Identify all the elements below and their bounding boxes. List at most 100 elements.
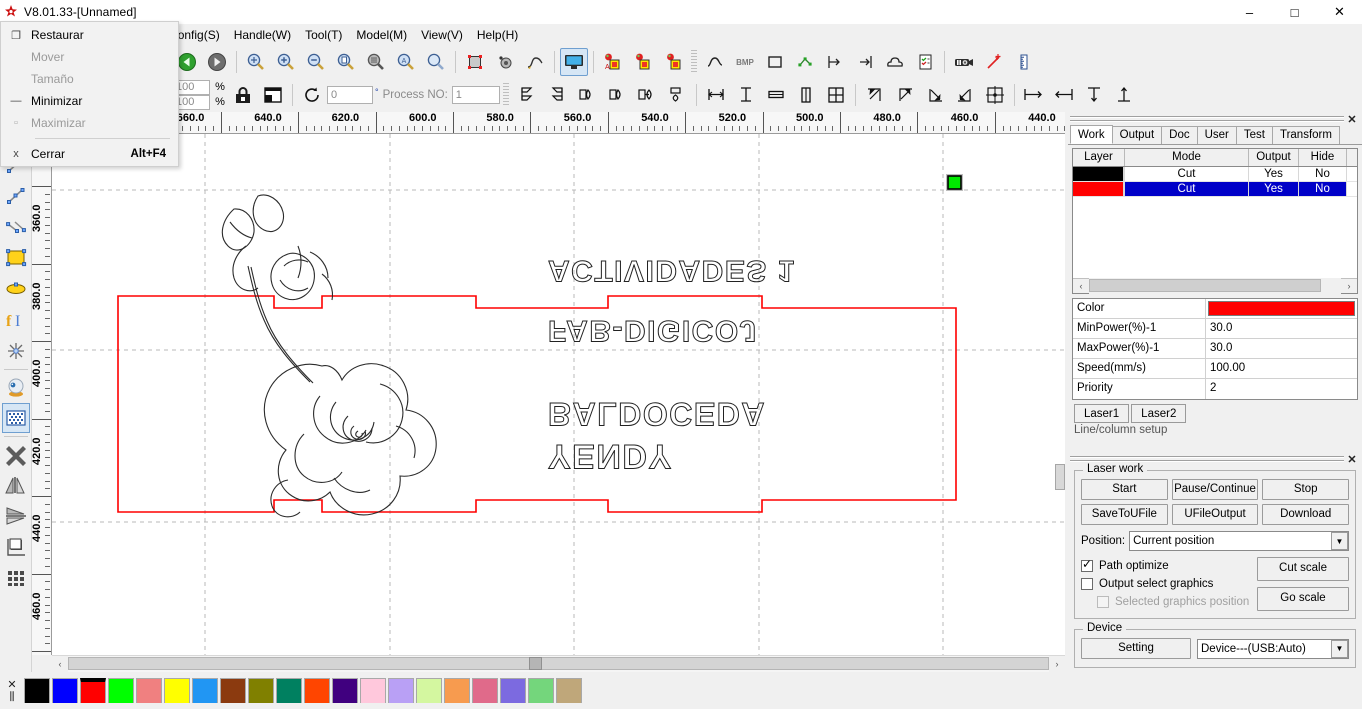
- work-panel-close-icon[interactable]: ✕: [1344, 113, 1360, 126]
- property-row-minpower[interactable]: MinPower(%)-1 30.0: [1073, 319, 1357, 339]
- palette-swatch[interactable]: [164, 678, 190, 704]
- cut-scale-button[interactable]: Cut scale: [1257, 557, 1349, 581]
- camera-icon[interactable]: [950, 48, 978, 76]
- mirror-v-tool-icon[interactable]: [2, 501, 30, 531]
- layer-hide-cell[interactable]: No: [1299, 182, 1347, 196]
- layer-table-hscrollbar[interactable]: ‹ ›: [1073, 278, 1357, 294]
- palette-swatch[interactable]: [192, 678, 218, 704]
- add-path-icon[interactable]: [980, 48, 1008, 76]
- layer-mode-cell[interactable]: Cut: [1125, 167, 1249, 181]
- palette-swatch[interactable]: [220, 678, 246, 704]
- work-panel-drag-grip[interactable]: [1070, 115, 1344, 123]
- page-layout-icon[interactable]: [259, 81, 287, 109]
- palette-swatch[interactable]: [52, 678, 78, 704]
- distribute-grid-icon[interactable]: [822, 81, 850, 109]
- layer-hide-cell[interactable]: No: [1299, 167, 1347, 181]
- zoom-in-icon[interactable]: [272, 48, 300, 76]
- rotate-icon[interactable]: [298, 81, 326, 109]
- same-size-icon[interactable]: [762, 81, 790, 109]
- align-center-icon[interactable]: [981, 81, 1009, 109]
- pause-continue-button[interactable]: Pause/Continue: [1171, 479, 1259, 500]
- bitmap-tool-icon[interactable]: [1, 403, 30, 433]
- hscroll-track[interactable]: [68, 655, 1049, 672]
- maximize-button[interactable]: □: [1272, 0, 1317, 24]
- set-origin-icon[interactable]: [491, 48, 519, 76]
- palette-swatch[interactable]: [528, 678, 554, 704]
- polyline-tool-icon[interactable]: [2, 181, 30, 211]
- align-tool-icon[interactable]: [2, 532, 30, 562]
- property-row-speed[interactable]: Speed(mm/s) 100.00: [1073, 359, 1357, 379]
- dist-bottom-icon[interactable]: [1110, 81, 1138, 109]
- preview-icon[interactable]: [560, 48, 588, 76]
- system-menu-item-close[interactable]: x Cerrar Alt+F4: [1, 143, 178, 165]
- minimize-button[interactable]: –: [1227, 0, 1272, 24]
- same-width-icon[interactable]: [702, 81, 730, 109]
- align-top-left-icon[interactable]: [861, 81, 889, 109]
- palette-swatch[interactable]: [416, 678, 442, 704]
- path-optimize-checkbox[interactable]: Path optimize: [1081, 557, 1257, 575]
- palette-swatch[interactable]: [276, 678, 302, 704]
- layer-color-swatch[interactable]: [1073, 167, 1125, 181]
- system-menu-item-minimize[interactable]: — Minimizar: [1, 90, 178, 112]
- ruler-tool-icon[interactable]: [1010, 48, 1038, 76]
- tab-user[interactable]: User: [1196, 126, 1237, 144]
- angle-input[interactable]: 0: [327, 86, 373, 104]
- align-center-h-icon[interactable]: [633, 81, 661, 109]
- bmp-icon[interactable]: BMP: [731, 48, 759, 76]
- curve-smooth-icon[interactable]: [521, 48, 549, 76]
- zoom-page-icon[interactable]: [332, 48, 360, 76]
- drawing-canvas[interactable]: ACTIVIDADES 1 FAB-DIGICOJ BALDOCEDA YEND…: [52, 134, 1065, 655]
- table-row[interactable]: Cut Yes No: [1073, 182, 1357, 197]
- close-button[interactable]: ✕: [1317, 0, 1362, 24]
- delete-tool-icon[interactable]: [2, 439, 30, 469]
- palette-swatch[interactable]: [556, 678, 582, 704]
- layer-mode-cell[interactable]: Cut: [1125, 182, 1249, 196]
- checklist-icon[interactable]: [911, 48, 939, 76]
- palette-swatch[interactable]: [248, 678, 274, 704]
- palette-swatch[interactable]: [24, 678, 50, 704]
- property-color-swatch[interactable]: [1208, 301, 1355, 316]
- position-select[interactable]: Current position ▼: [1129, 531, 1349, 551]
- zoom-pan-icon[interactable]: [242, 48, 270, 76]
- vertical-ruler[interactable]: 360.0380.0400.0420.0440.0460.0480.0: [32, 134, 52, 655]
- offset-poly-icon[interactable]: [791, 48, 819, 76]
- text-tool-icon[interactable]: fI: [2, 305, 30, 335]
- align-left-icon[interactable]: [573, 81, 601, 109]
- go-scale-button[interactable]: Go scale: [1257, 587, 1349, 611]
- tab-laser2[interactable]: Laser2: [1131, 404, 1187, 423]
- ufile-output-button[interactable]: UFileOutput: [1171, 504, 1259, 525]
- horizontal-ruler[interactable]: 700.0680.0660.0640.0620.0600.0580.0560.0…: [52, 112, 1065, 134]
- menu-tool[interactable]: Tool(T): [298, 25, 349, 45]
- property-row-maxpower[interactable]: MaxPower(%)-1 30.0: [1073, 339, 1357, 359]
- device-setting-button[interactable]: Setting: [1081, 638, 1191, 659]
- align-right-icon[interactable]: [603, 81, 631, 109]
- layer-scroll-thumb[interactable]: [1089, 279, 1321, 292]
- group-icon[interactable]: [659, 48, 687, 76]
- process-no-input[interactable]: 1: [451, 86, 500, 104]
- chevron-down-icon[interactable]: ▼: [1331, 639, 1348, 658]
- chevron-down-icon[interactable]: ▼: [1331, 532, 1348, 550]
- layer-output-cell[interactable]: Yes: [1249, 182, 1299, 196]
- redo-icon[interactable]: [203, 48, 231, 76]
- bezier-tool-icon[interactable]: [2, 212, 30, 242]
- array-copy-icon[interactable]: A: [599, 48, 627, 76]
- align-top-right-icon[interactable]: [891, 81, 919, 109]
- tab-output[interactable]: Output: [1111, 126, 1163, 144]
- layer-scroll-left-icon[interactable]: ‹: [1073, 278, 1089, 294]
- same-height-icon[interactable]: [732, 81, 760, 109]
- palette-swatch[interactable]: [136, 678, 162, 704]
- ellipse-tool-icon[interactable]: [2, 274, 30, 304]
- array-tool-icon[interactable]: [2, 563, 30, 593]
- menu-view[interactable]: View(V): [414, 25, 470, 45]
- property-value[interactable]: 2: [1206, 379, 1357, 399]
- start-button[interactable]: Start: [1081, 479, 1168, 500]
- palette-swatch[interactable]: [388, 678, 414, 704]
- laser-work-drag-grip[interactable]: [1070, 455, 1344, 463]
- combine-icon[interactable]: [629, 48, 657, 76]
- palette-close-icon[interactable]: ✕: [7, 678, 16, 691]
- measure-width-icon[interactable]: [821, 48, 849, 76]
- align-bottom-left-icon[interactable]: [951, 81, 979, 109]
- tab-laser1[interactable]: Laser1: [1074, 404, 1130, 423]
- palette-swatch[interactable]: [332, 678, 358, 704]
- palette-swatch[interactable]: [108, 678, 134, 704]
